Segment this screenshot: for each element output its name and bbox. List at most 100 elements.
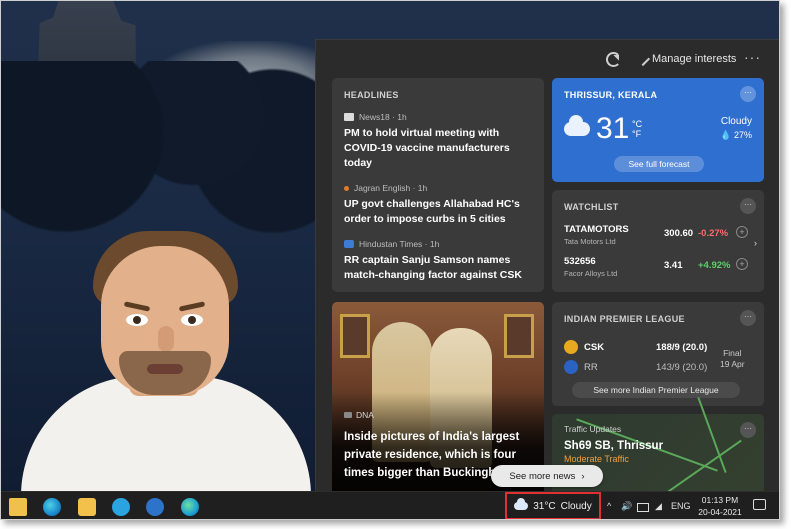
stock-row[interactable]: 532656 Facor Alloys Ltd 3.41 +4.92% + <box>564 256 752 284</box>
traffic-status: Moderate Traffic <box>564 454 629 464</box>
watchlist-title: WATCHLIST <box>564 202 619 212</box>
ipl-more-icon[interactable]: ··· <box>740 310 756 326</box>
cloud-icon <box>564 115 590 136</box>
weather-card[interactable]: THRISSUR, KERALA ··· 31 °C °F Cloudy 💧 2… <box>552 78 764 182</box>
speaker-icon[interactable]: 🔊 <box>621 501 632 512</box>
screenshot-frame: Manage interests ··· HEADLINES News18 · … <box>0 0 780 520</box>
team-score: 143/9 (20.0) <box>656 362 708 373</box>
photo-frame-art <box>340 314 370 358</box>
edge-dev-icon[interactable] <box>181 498 199 516</box>
stock-change: -0.27% <box>698 228 729 239</box>
person-nose <box>158 326 174 352</box>
news18-icon <box>344 113 354 121</box>
network-app-icon[interactable] <box>146 498 164 516</box>
pencil-icon <box>635 51 651 67</box>
taskbar <box>1 491 779 520</box>
headline-text[interactable]: PM to hold virtual meeting with COVID-19… <box>344 126 532 171</box>
wifi-icon[interactable]: ◢ <box>655 501 662 512</box>
headline-text[interactable]: RR captain Sanju Samson names match-chan… <box>344 253 532 283</box>
headline-item[interactable]: Jagran English · 1h UP govt challenges A… <box>344 183 532 227</box>
cloud-icon <box>514 498 529 510</box>
watchlist-next-icon[interactable]: › <box>754 238 757 248</box>
team-name: CSK <box>584 341 605 353</box>
photo-source: DNA <box>344 410 374 420</box>
headline-item[interactable]: Hindustan Times · 1h RR captain Sanju Sa… <box>344 239 532 283</box>
headline-source-label: Hindustan Times · 1h <box>359 239 440 249</box>
rr-logo-icon <box>564 360 578 374</box>
headlines-card: HEADLINES News18 · 1h PM to hold virtual… <box>332 78 544 292</box>
ipl-card: INDIAN PREMIER LEAGUE ··· CSK 188/9 (20.… <box>552 302 764 406</box>
jagran-icon <box>344 185 349 191</box>
see-more-news-label: See more news <box>509 470 576 482</box>
weather-more-icon[interactable]: ··· <box>740 86 756 102</box>
news-interests-panel: Manage interests ··· HEADLINES News18 · … <box>315 39 779 511</box>
watchlist-more-icon[interactable]: ··· <box>740 198 756 214</box>
see-more-news-button[interactable]: See more news › <box>491 465 603 487</box>
language-indicator[interactable]: ENG <box>671 501 691 511</box>
chevron-up-icon[interactable]: ^ <box>607 501 611 511</box>
battery-icon[interactable] <box>637 503 649 512</box>
notification-icon[interactable] <box>753 499 766 510</box>
add-stock-icon[interactable]: + <box>736 226 748 238</box>
unit-fahrenheit[interactable]: °F <box>632 129 642 139</box>
person-image <box>21 226 311 506</box>
stock-change: +4.92% <box>698 260 731 271</box>
weather-rain-chance: 💧 27% <box>720 130 752 140</box>
headline-source: Hindustan Times · 1h <box>344 239 532 249</box>
traffic-label: Traffic Updates <box>564 424 622 434</box>
stock-row[interactable]: TATAMOTORS Tata Motors Ltd 300.60 -0.27%… <box>564 224 752 252</box>
headlines-title: HEADLINES <box>344 90 399 100</box>
headline-source: News18 · 1h <box>344 112 532 122</box>
telegram-icon[interactable] <box>112 498 130 516</box>
team-name: RR <box>584 361 598 373</box>
edge-icon[interactable] <box>43 498 61 516</box>
photo-frame-art <box>504 314 534 358</box>
taskbar-weather-button[interactable]: 31°C Cloudy <box>505 492 601 519</box>
ipl-title: INDIAN PREMIER LEAGUE <box>564 314 685 324</box>
match-status-label: Final <box>723 348 742 358</box>
headline-source-label: News18 · 1h <box>359 112 407 122</box>
panel-more-icon[interactable]: ··· <box>744 49 761 65</box>
team-score: 188/9 (20.0) <box>656 342 708 353</box>
traffic-location: Sh69 SB, Thrissur <box>564 440 664 452</box>
wallpaper-trees <box>1 61 321 241</box>
weather-temperature: 31 <box>596 112 630 145</box>
match-date: 19 Apr <box>720 359 745 369</box>
stock-price: 300.60 <box>664 228 694 239</box>
person-eye-left <box>126 314 148 326</box>
stock-price: 3.41 <box>664 260 683 271</box>
weather-location: THRISSUR, KERALA <box>564 90 658 100</box>
weather-unit-toggle[interactable]: °C °F <box>632 119 642 139</box>
rain-value: 27% <box>733 130 752 140</box>
refresh-icon[interactable] <box>606 52 621 67</box>
photo-source-label: DNA <box>356 410 374 420</box>
match-status: Final 19 Apr <box>720 348 745 370</box>
headline-item[interactable]: News18 · 1h PM to hold virtual meeting w… <box>344 112 532 171</box>
chevron-right-icon: › <box>581 470 585 482</box>
headline-text[interactable]: UP govt challenges Allahabad HC's order … <box>344 197 532 227</box>
unit-celsius[interactable]: °C <box>632 119 642 129</box>
see-more-ipl-button[interactable]: See more Indian Premier League <box>572 382 740 398</box>
headline-source: Jagran English · 1h <box>344 183 532 193</box>
taskbar-condition: Cloudy <box>560 500 592 512</box>
team-row: CSK <box>564 340 604 354</box>
active-indicator <box>43 519 61 520</box>
taskbar-clock[interactable]: 01:13 PM 20-04-2021 <box>698 494 742 518</box>
panel-header: Manage interests ··· <box>316 40 779 78</box>
clock-date: 20-04-2021 <box>698 507 742 517</box>
manage-interests-label: Manage interests <box>652 53 737 65</box>
add-stock-icon[interactable]: + <box>736 258 748 270</box>
folder-icon[interactable] <box>78 498 96 516</box>
weather-condition: Cloudy <box>720 116 752 127</box>
team-row: RR <box>564 360 598 374</box>
clock-time: 01:13 PM <box>701 495 739 505</box>
csk-logo-icon <box>564 340 578 354</box>
person-mouth <box>147 364 183 374</box>
hindustan-times-icon <box>344 240 354 248</box>
taskbar-temperature: 31°C <box>533 500 556 512</box>
see-full-forecast-button[interactable]: See full forecast <box>614 156 704 172</box>
file-explorer-icon[interactable] <box>9 498 27 516</box>
person-eye-right <box>181 314 203 326</box>
headline-source-label: Jagran English · 1h <box>354 183 428 193</box>
manage-interests-button[interactable]: Manage interests <box>635 51 737 67</box>
